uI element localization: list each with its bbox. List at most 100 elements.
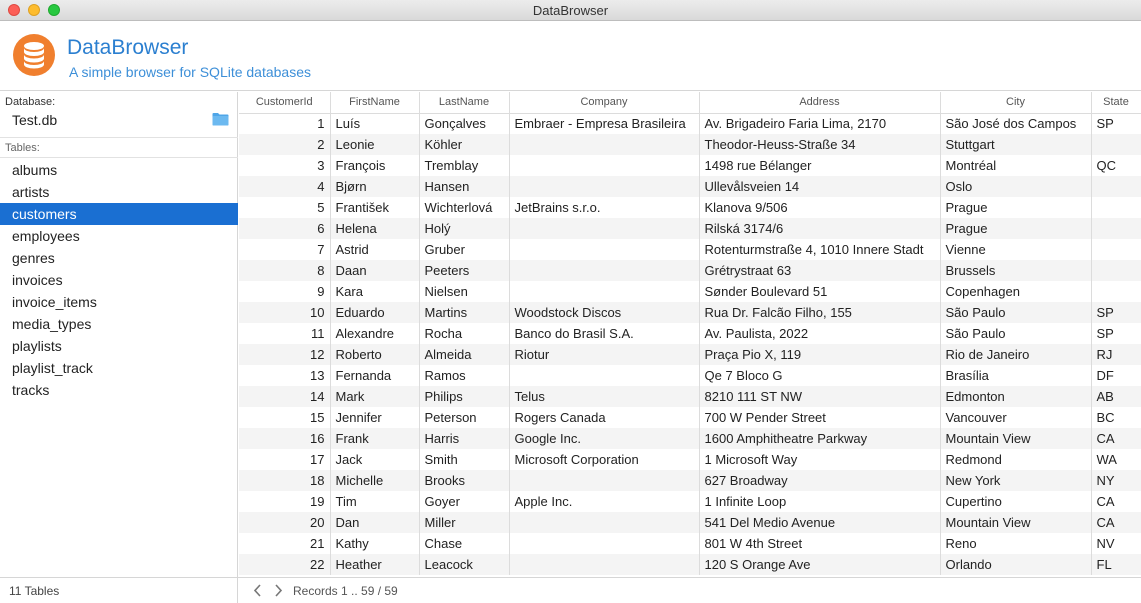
table-row[interactable]: 17 Jack Smith Microsoft Corporation 1 Micros… (239, 449, 1141, 470)
table-cell-city: Cupertino (940, 491, 1092, 512)
table-cell-firstname: Jennifer (330, 407, 420, 428)
table-cell-city: Reno (940, 533, 1092, 554)
table-row[interactable]: 1 Luís Gonçalves Embraer - Empresa Brasilei… (239, 113, 1141, 134)
table-row[interactable]: 15 Jennifer Peterson Rogers Canada 700 W Pen… (239, 407, 1141, 428)
table-row[interactable]: 8 Daan Peeters Grétrystraat 63 Brussels (239, 260, 1141, 281)
sidebar-item-customers[interactable]: customers (0, 203, 238, 225)
table-cell-state (1091, 134, 1141, 155)
sidebar-item-playlists[interactable]: playlists (0, 335, 238, 357)
app-header: DataBrowser A simple browser for SQLite … (0, 21, 1141, 91)
table-cell-customerid: 12 (239, 344, 331, 365)
table-cell-city: New York (940, 470, 1092, 491)
sidebar-item-invoice-items[interactable]: invoice_items (0, 291, 238, 313)
table-cell-state (1091, 260, 1141, 281)
table-cell-state: NV (1091, 533, 1141, 554)
table-cell-company: Telus (509, 386, 700, 407)
table-cell-lastname: Gruber (419, 239, 510, 260)
table-cell-city: Copenhagen (940, 281, 1092, 302)
column-header-firstname[interactable]: FirstName (330, 92, 420, 114)
table-cell-address: 700 W Pender Street (699, 407, 941, 428)
sidebar-item-invoices[interactable]: invoices (0, 269, 238, 291)
table-cell-city: Rio de Janeiro (940, 344, 1092, 365)
table-row[interactable]: 2 Leonie Köhler Theodor-Heuss-Straße 34 Stut… (239, 134, 1141, 155)
table-cell-state: SP (1091, 323, 1141, 344)
sidebar-item-tracks[interactable]: tracks (0, 379, 238, 401)
table-row[interactable]: 18 Michelle Brooks 627 Broadway New York NY (239, 470, 1141, 491)
table-cell-address: Rilská 3174/6 (699, 218, 941, 239)
table-row[interactable]: 20 Dan Miller 541 Del Medio Avenue Mountain … (239, 512, 1141, 533)
table-cell-address: Qe 7 Bloco G (699, 365, 941, 386)
table-cell-customerid: 8 (239, 260, 331, 281)
chevron-right-icon[interactable] (270, 582, 286, 599)
table-row[interactable]: 21 Kathy Chase 801 W 4th Street Reno NV (239, 533, 1141, 554)
table-cell-firstname: Alexandre (330, 323, 420, 344)
table-cell-company: Riotur (509, 344, 700, 365)
table-cell-firstname: František (330, 197, 420, 218)
table-cell-firstname: Mark (330, 386, 420, 407)
table-cell-lastname: Almeida (419, 344, 510, 365)
table-row[interactable]: 14 Mark Philips Telus 8210 111 ST NW Edmonton… (239, 386, 1141, 407)
table-cell-firstname: Bjørn (330, 176, 420, 197)
data-table: CustomerId FirstName LastName Company Addres… (239, 92, 1141, 575)
table-row[interactable]: 6 Helena Holý Rilská 3174/6 Prague (239, 218, 1141, 239)
chevron-left-icon[interactable] (250, 582, 266, 599)
sidebar: Database: Test.db Tables: albums artists c… (0, 92, 238, 577)
column-header-company[interactable]: Company (509, 92, 700, 114)
sidebar-item-albums[interactable]: albums (0, 159, 238, 181)
table-cell-city: Mountain View (940, 428, 1092, 449)
table-header-row: CustomerId FirstName LastName Company Addres… (239, 92, 1141, 114)
table-cell-customerid: 13 (239, 365, 331, 386)
column-header-state[interactable]: State (1091, 92, 1141, 114)
table-cell-customerid: 15 (239, 407, 331, 428)
sidebar-item-employees[interactable]: employees (0, 225, 238, 247)
table-cell-company (509, 365, 700, 386)
table-row[interactable]: 3 François Tremblay 1498 rue Bélanger Montré… (239, 155, 1141, 176)
table-cell-state (1091, 281, 1141, 302)
column-header-city[interactable]: City (940, 92, 1092, 114)
app-tagline: A simple browser for SQLite databases (69, 64, 312, 80)
table-row[interactable]: 10 Eduardo Martins Woodstock Discos Rua Dr. … (239, 302, 1141, 323)
table-cell-company (509, 155, 700, 176)
table-cell-firstname: Michelle (330, 470, 420, 491)
table-row[interactable]: 13 Fernanda Ramos Qe 7 Bloco G Brasília DF (239, 365, 1141, 386)
table-cell-customerid: 14 (239, 386, 331, 407)
data-grid[interactable]: CustomerId FirstName LastName Company Addres… (239, 92, 1141, 577)
table-cell-city: Vienne (940, 239, 1092, 260)
table-row[interactable]: 16 Frank Harris Google Inc. 1600 Amphitheatr… (239, 428, 1141, 449)
sidebar-item-genres[interactable]: genres (0, 247, 238, 269)
table-cell-state: CA (1091, 512, 1141, 533)
table-cell-customerid: 1 (239, 113, 331, 134)
table-cell-customerid: 9 (239, 281, 331, 302)
table-row[interactable]: 5 František Wichterlová JetBrains s.r.o. Kla… (239, 197, 1141, 218)
table-cell-company: Embraer - Empresa Brasileira (509, 113, 700, 134)
column-header-address[interactable]: Address (699, 92, 941, 114)
table-row[interactable]: 12 Roberto Almeida Riotur Praça Pio X, 119 Ri… (239, 344, 1141, 365)
table-row[interactable]: 4 Bjørn Hansen Ullevålsveien 14 Oslo (239, 176, 1141, 197)
table-cell-state: CA (1091, 428, 1141, 449)
table-row[interactable]: 9 Kara Nielsen Sønder Boulevard 51 Copenhage… (239, 281, 1141, 302)
table-cell-lastname: Gonçalves (419, 113, 510, 134)
table-cell-firstname: Frank (330, 428, 420, 449)
table-cell-address: 627 Broadway (699, 470, 941, 491)
table-cell-city: Mountain View (940, 512, 1092, 533)
table-cell-city: Brussels (940, 260, 1092, 281)
table-cell-firstname: Roberto (330, 344, 420, 365)
sidebar-item-playlist-track[interactable]: playlist_track (0, 357, 238, 379)
table-row[interactable]: 22 Heather Leacock 120 S Orange Ave Orlando F… (239, 554, 1141, 575)
table-cell-city: Edmonton (940, 386, 1092, 407)
table-row[interactable]: 11 Alexandre Rocha Banco do Brasil S.A. Av. … (239, 323, 1141, 344)
folder-icon[interactable] (212, 112, 229, 126)
sidebar-item-artists[interactable]: artists (0, 181, 238, 203)
table-row[interactable]: 7 Astrid Gruber Rotenturmstraße 4, 1010 Inn… (239, 239, 1141, 260)
sidebar-item-media-types[interactable]: media_types (0, 313, 238, 335)
column-header-lastname[interactable]: LastName (419, 92, 510, 114)
table-cell-state: QC (1091, 155, 1141, 176)
column-header-customerid[interactable]: CustomerId (239, 92, 331, 114)
table-cell-lastname: Köhler (419, 134, 510, 155)
table-cell-lastname: Leacock (419, 554, 510, 575)
table-cell-city: Stuttgart (940, 134, 1092, 155)
table-cell-lastname: Peterson (419, 407, 510, 428)
table-row[interactable]: 19 Tim Goyer Apple Inc. 1 Infinite Loop Cuper… (239, 491, 1141, 512)
table-cell-state: WA (1091, 449, 1141, 470)
table-cell-customerid: 18 (239, 470, 331, 491)
